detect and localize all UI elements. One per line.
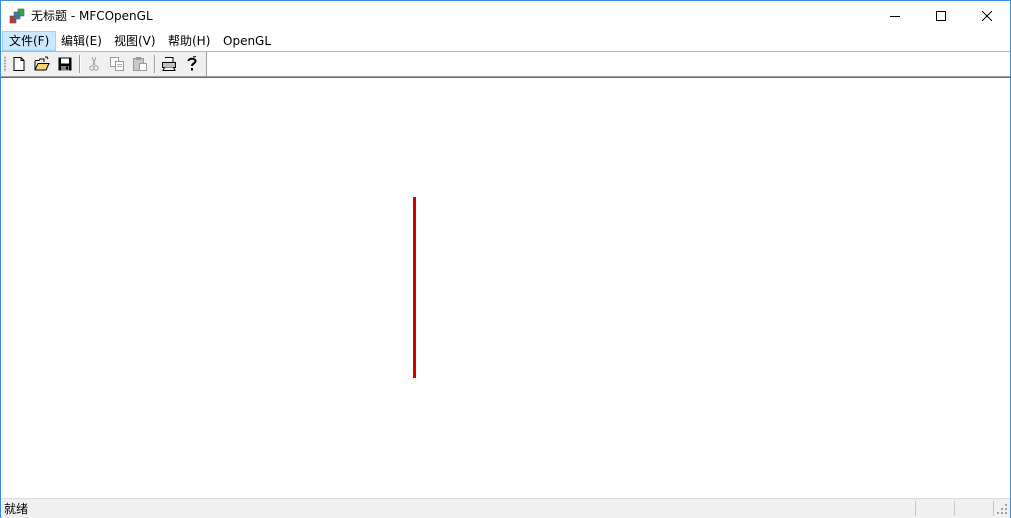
toolbar-separator [154, 55, 156, 73]
new-file-icon [13, 57, 25, 71]
menu-bar: 文件(F) 编辑(E) 视图(V) 帮助(H) OpenGL [1, 31, 1010, 51]
save-button[interactable] [55, 54, 75, 74]
copy-icon [110, 57, 124, 71]
window-title: 无标题 - MFCOpenGL [31, 9, 153, 23]
title-bar[interactable]: 无标题 - MFCOpenGL [1, 1, 1010, 31]
paste-button[interactable] [130, 54, 150, 74]
toolbar-separator [79, 55, 81, 73]
open-folder-icon [34, 56, 50, 71]
status-pane-cap [915, 501, 954, 516]
help-icon [187, 56, 197, 71]
status-bar: 就绪 [1, 498, 1010, 518]
minimize-icon [890, 16, 900, 17]
toolbar [1, 52, 1010, 77]
rendered-line [413, 197, 416, 378]
help-button[interactable] [182, 54, 202, 74]
menu-help[interactable]: 帮助(H) [162, 31, 216, 51]
resize-grip-icon[interactable] [997, 504, 1008, 515]
toolbar-grip[interactable] [4, 56, 6, 72]
print-button[interactable] [159, 54, 179, 74]
maximize-button[interactable] [918, 1, 964, 31]
menu-view[interactable]: 视图(V) [108, 31, 162, 51]
status-text: 就绪 [4, 502, 29, 516]
cut-icon [89, 56, 99, 71]
standard-toolbar [1, 52, 207, 76]
maximize-icon [936, 11, 946, 21]
menu-opengl[interactable]: OpenGL [217, 31, 277, 51]
cut-button[interactable] [84, 54, 104, 74]
print-icon [162, 57, 176, 71]
menu-file[interactable]: 文件(F) [2, 31, 57, 51]
close-button[interactable] [964, 1, 1010, 31]
open-button[interactable] [32, 54, 52, 74]
menu-edit[interactable]: 编辑(E) [55, 31, 108, 51]
app-icon[interactable] [9, 8, 25, 24]
save-icon [58, 57, 72, 71]
opengl-view[interactable] [1, 77, 1010, 498]
status-pane-num [954, 501, 993, 516]
app-window: 无标题 - MFCOpenGL 文件(F) 编辑(E) 视图(V) 帮助(H) … [0, 0, 1011, 518]
close-icon [982, 11, 992, 21]
paste-icon [133, 57, 147, 71]
copy-button[interactable] [107, 54, 127, 74]
new-file-button[interactable] [9, 54, 29, 74]
minimize-button[interactable] [872, 1, 918, 31]
